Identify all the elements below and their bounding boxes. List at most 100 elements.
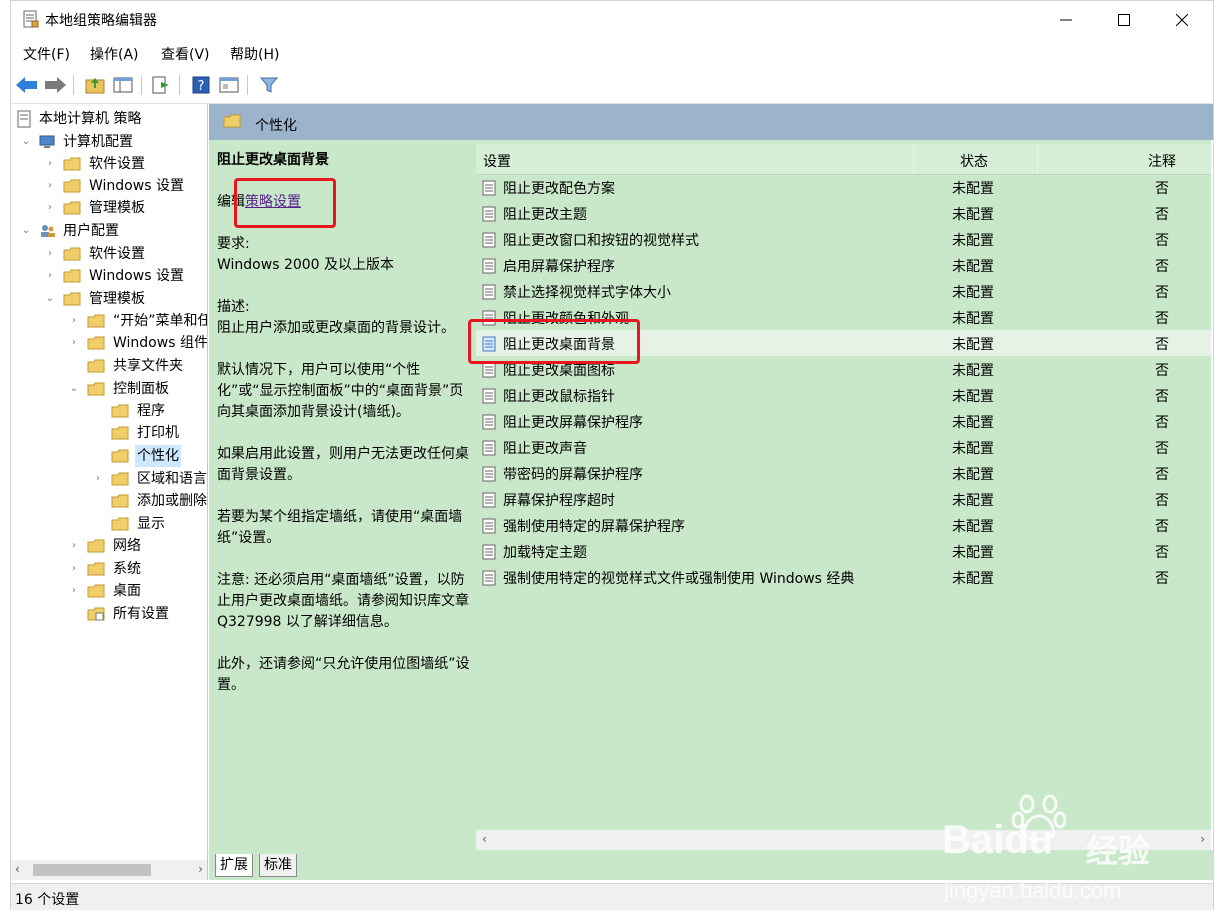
chevron-right-icon[interactable]: › xyxy=(69,558,79,580)
policy-title: 阻止更改桌面背景 xyxy=(217,152,329,168)
tree-label: 程序 xyxy=(137,403,165,419)
close-button[interactable] xyxy=(1153,1,1211,39)
export-list-button[interactable] xyxy=(149,73,173,97)
table-row[interactable]: 阻止更改鼠标指针 未配置 否 xyxy=(476,382,1211,408)
tab-extended[interactable]: 扩展 xyxy=(215,854,253,877)
menu-view[interactable]: 查看(V) xyxy=(161,44,210,64)
chevron-right-icon[interactable]: › xyxy=(69,310,79,332)
chevron-right-icon[interactable]: › xyxy=(69,332,79,354)
tab-standard[interactable]: 标准 xyxy=(259,854,297,877)
column-header-setting[interactable]: 设置 xyxy=(483,151,511,171)
category-title: 个性化 xyxy=(255,118,297,134)
svg-text:?: ? xyxy=(198,79,205,94)
chevron-right-icon[interactable]: › xyxy=(45,243,55,265)
column-divider[interactable] xyxy=(1037,144,1038,174)
chevron-right-icon[interactable]: › xyxy=(45,197,55,219)
chevron-down-icon[interactable]: ⌄ xyxy=(69,378,79,400)
menu-bar: 文件(F) 操作(A) 查看(V) 帮助(H) xyxy=(11,39,1213,67)
annotation-box-selected-row xyxy=(468,319,640,364)
table-row[interactable]: 强制使用特定的视觉样式文件或强制使用 Windows 经典 未配置 否 xyxy=(476,564,1211,590)
policy-setting-icon xyxy=(482,388,496,404)
description-para: 此外，还请参阅“只允许使用位图墙纸”设置。 xyxy=(217,656,470,693)
column-divider[interactable] xyxy=(913,144,914,174)
setting-note: 否 xyxy=(1155,259,1169,275)
toolbar: ? xyxy=(11,67,1213,104)
table-row[interactable]: 阻止更改配色方案 未配置 否 xyxy=(476,174,1211,200)
tree-label: 共享文件夹 xyxy=(113,358,183,374)
tree-label: 用户配置 xyxy=(63,223,119,239)
policy-setting-icon xyxy=(482,362,496,378)
menu-action[interactable]: 操作(A) xyxy=(90,44,139,64)
table-row[interactable]: 强制使用特定的屏幕保护程序 未配置 否 xyxy=(476,512,1211,538)
export-icon xyxy=(152,76,169,94)
tree-horizontal-scrollbar[interactable]: ‹ › xyxy=(11,860,207,880)
scroll-right-icon[interactable]: › xyxy=(198,862,203,876)
setting-name: 强制使用特定的屏幕保护程序 xyxy=(503,519,685,535)
help-button[interactable]: ? xyxy=(189,73,213,97)
setting-note: 否 xyxy=(1155,441,1169,457)
forward-button[interactable] xyxy=(43,73,67,97)
setting-name: 启用屏幕保护程序 xyxy=(503,259,615,275)
table-row[interactable]: 禁止选择视觉样式字体大小 未配置 否 xyxy=(476,278,1211,304)
chevron-right-icon[interactable]: › xyxy=(45,175,55,197)
menu-help[interactable]: 帮助(H) xyxy=(230,44,279,64)
folder-open-icon xyxy=(87,382,105,396)
back-button[interactable] xyxy=(15,73,39,97)
setting-state: 未配置 xyxy=(952,363,994,379)
setting-state: 未配置 xyxy=(952,259,994,275)
table-row[interactable]: 阻止更改主题 未配置 否 xyxy=(476,200,1211,226)
minimize-button[interactable] xyxy=(1037,1,1095,39)
chevron-down-icon[interactable]: ⌄ xyxy=(21,220,31,242)
scroll-right-icon[interactable]: › xyxy=(1200,832,1205,846)
table-row[interactable]: 阻止更改屏幕保护程序 未配置 否 xyxy=(476,408,1211,434)
chevron-right-icon[interactable]: › xyxy=(69,580,79,602)
policy-description: 阻止更改桌面背景 编辑策略设置 要求: Windows 2000 及以上版本 描述… xyxy=(217,150,471,717)
column-header-note[interactable]: 注释 xyxy=(1148,151,1176,171)
filter-button[interactable] xyxy=(257,73,281,97)
table-row[interactable]: 阻止更改声音 未配置 否 xyxy=(476,434,1211,460)
gpedit-window: 本地组策略编辑器 文件(F) 操作(A) 查看(V) 帮助(H) ? 本地计算机… xyxy=(10,0,1214,910)
scroll-left-icon[interactable]: ‹ xyxy=(15,862,20,876)
setting-name: 屏幕保护程序超时 xyxy=(503,493,615,509)
policy-setting-icon xyxy=(482,440,496,456)
policy-setting-icon xyxy=(482,258,496,274)
setting-note: 否 xyxy=(1155,493,1169,509)
chevron-down-icon[interactable]: ⌄ xyxy=(45,288,55,310)
toolbar-separator xyxy=(73,75,74,95)
policy-setting-icon xyxy=(482,518,496,534)
scroll-thumb[interactable] xyxy=(33,864,151,876)
tree-label: 系统 xyxy=(113,561,141,577)
setting-state: 未配置 xyxy=(952,389,994,405)
chevron-down-icon[interactable]: ⌄ xyxy=(21,131,31,153)
maximize-button[interactable] xyxy=(1095,1,1153,39)
setting-name: 阻止更改配色方案 xyxy=(503,181,615,197)
setting-name: 阻止更改主题 xyxy=(503,207,587,223)
chevron-right-icon[interactable]: › xyxy=(69,535,79,557)
tree-label: 软件设置 xyxy=(89,156,145,172)
setting-name: 阻止更改窗口和按钮的视觉样式 xyxy=(503,233,699,249)
scroll-left-icon[interactable]: ‹ xyxy=(482,832,487,846)
title-bar[interactable]: 本地组策略编辑器 xyxy=(11,1,1213,39)
table-row[interactable]: 带密码的屏幕保护程序 未配置 否 xyxy=(476,460,1211,486)
folder-icon xyxy=(63,269,81,283)
table-row[interactable]: 启用屏幕保护程序 未配置 否 xyxy=(476,252,1211,278)
table-row[interactable]: 加载特定主题 未配置 否 xyxy=(476,538,1211,564)
chevron-right-icon[interactable]: › xyxy=(45,265,55,287)
column-header-state[interactable]: 状态 xyxy=(960,151,988,171)
tree-label: 管理模板 xyxy=(89,200,145,216)
chevron-right-icon[interactable]: › xyxy=(93,468,103,490)
table-row[interactable]: 屏幕保护程序超时 未配置 否 xyxy=(476,486,1211,512)
setting-note: 否 xyxy=(1155,285,1169,301)
tree-label: 本地计算机 策略 xyxy=(39,111,142,127)
extended-view: 阻止更改桌面背景 编辑策略设置 要求: Windows 2000 及以上版本 描述… xyxy=(209,140,1211,850)
requirements: 要求: Windows 2000 及以上版本 xyxy=(217,234,471,276)
policy-setting-icon xyxy=(482,232,496,248)
menu-file[interactable]: 文件(F) xyxy=(23,44,70,64)
up-folder-button[interactable] xyxy=(83,73,107,97)
chevron-right-icon[interactable]: › xyxy=(45,153,55,175)
setting-note: 否 xyxy=(1155,467,1169,483)
properties-button[interactable] xyxy=(217,73,241,97)
table-row[interactable]: 阻止更改窗口和按钮的视觉样式 未配置 否 xyxy=(476,226,1211,252)
tree-label: 所有设置 xyxy=(113,606,169,622)
show-hide-tree-button[interactable] xyxy=(111,73,135,97)
